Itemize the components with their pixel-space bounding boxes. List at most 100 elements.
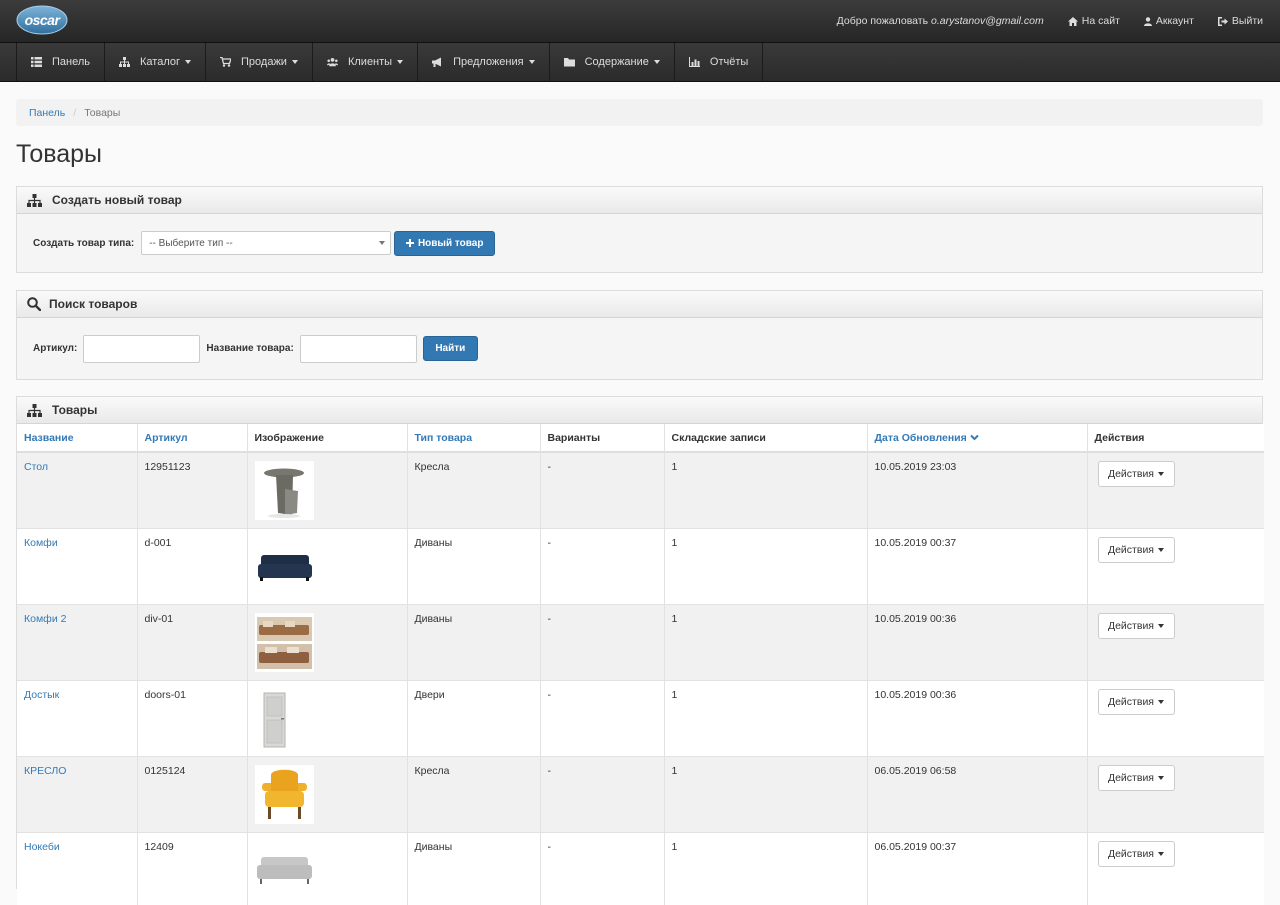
logo-text: oscar: [24, 12, 60, 28]
product-name-input[interactable]: [299, 334, 417, 363]
products-panel-title: Товары: [52, 403, 98, 417]
cell-name: Достык: [17, 680, 138, 757]
cell-type: Диваны: [407, 832, 541, 905]
cell-stock: 1: [664, 451, 868, 529]
nav-item-content[interactable]: Содержание: [550, 43, 675, 81]
product-name-link[interactable]: Достык: [24, 689, 59, 701]
product-name-link[interactable]: КРЕСЛО: [24, 765, 66, 777]
chevron-down-icon: [1158, 700, 1164, 704]
cell-stock: 1: [664, 832, 868, 905]
products-table: Название Артикул Изображение Тип товара …: [17, 424, 1264, 905]
products-panel-header: Товары: [17, 397, 1262, 424]
actions-dropdown-button[interactable]: Действия: [1097, 689, 1175, 715]
actions-dropdown-button[interactable]: Действия: [1097, 765, 1175, 791]
column-header-sku[interactable]: Артикул: [137, 424, 248, 453]
actions-dropdown-label: Действия: [1107, 544, 1154, 556]
welcome-text: Добро пожаловать o.arystanov@gmail.com: [837, 15, 1044, 27]
nav-label-content: Содержание: [584, 56, 649, 68]
logout-link[interactable]: Выйти: [1217, 15, 1263, 27]
nav-item-reports[interactable]: Отчёты: [675, 43, 764, 81]
actions-dropdown-label: Действия: [1107, 848, 1154, 860]
chevron-down-icon: [653, 60, 660, 64]
table-row: КРЕСЛО 0125124 Кресла -1 06.05.2019 06:58 Дей…: [17, 756, 1264, 833]
actions-dropdown-button[interactable]: Действия: [1097, 537, 1175, 563]
sitemap-icon: [119, 57, 131, 67]
chevron-down-icon: [1158, 624, 1164, 628]
user-icon: [1143, 16, 1152, 26]
product-name-link[interactable]: Стол: [24, 461, 48, 473]
chevron-down-icon: [397, 60, 404, 64]
cell-type: Двери: [407, 680, 541, 757]
cell-updated: 10.05.2019 00:36: [867, 604, 1088, 681]
cell-name: Стол: [17, 451, 138, 529]
cell-actions: Действия: [1087, 604, 1264, 681]
breadcrumb-home-link[interactable]: Панель: [29, 107, 65, 119]
product-thumbnail[interactable]: [254, 765, 314, 824]
product-thumbnail[interactable]: [254, 613, 314, 672]
product-type-select[interactable]: -- Выберите тип --: [141, 231, 392, 255]
new-product-button-label: Новый товар: [417, 237, 484, 249]
actions-dropdown-label: Действия: [1107, 468, 1154, 480]
actions-dropdown-button[interactable]: Действия: [1097, 613, 1175, 639]
product-thumbnail[interactable]: [254, 461, 314, 520]
home-icon: [1067, 16, 1078, 26]
chevron-down-icon: [379, 241, 386, 245]
sku-label: Артикул:: [33, 343, 78, 354]
product-thumbnail[interactable]: [254, 689, 314, 748]
product-name-link[interactable]: Нокеби: [24, 841, 60, 853]
table-row: Стол 12951123 Кресла -1 10.05.2019 23:03 Дейс…: [17, 451, 1264, 529]
cell-type: Кресла: [407, 451, 541, 529]
users-icon: [326, 58, 338, 67]
list-icon: [31, 57, 42, 67]
search-products-panel: Поиск товаров Артикул: Название товара: …: [16, 290, 1263, 380]
product-thumbnail[interactable]: [254, 537, 314, 596]
column-header-updated-label: Дата Обновления: [874, 431, 967, 444]
page-title: Товары: [16, 140, 102, 168]
column-header-name[interactable]: Название: [17, 424, 138, 453]
folder-icon: [563, 58, 575, 67]
sku-input[interactable]: [83, 334, 201, 363]
column-header-type[interactable]: Тип товара: [407, 424, 541, 453]
new-product-button[interactable]: Новый товар: [394, 230, 496, 256]
create-product-title: Создать новый товар: [52, 193, 182, 207]
chevron-down-icon: [969, 434, 979, 440]
cell-sku: doors-01: [137, 680, 248, 757]
cell-actions: Действия: [1087, 756, 1264, 833]
cell-updated: 10.05.2019 00:37: [867, 528, 1088, 605]
cell-actions: Действия: [1087, 451, 1264, 529]
products-panel: Товары Название Артикул Изображение Тип …: [16, 396, 1264, 905]
breadcrumb: Панель / Товары: [16, 99, 1263, 126]
nav-item-offers[interactable]: Предложения: [418, 43, 550, 81]
column-header-updated[interactable]: Дата Обновления: [867, 424, 1088, 453]
cell-stock: 1: [664, 528, 868, 605]
nav-item-dashboard[interactable]: Панель: [17, 43, 106, 81]
nav-item-customers[interactable]: Клиенты: [313, 43, 419, 81]
welcome-label: Добро пожаловать: [836, 15, 929, 27]
sign-out-icon: [1217, 16, 1228, 26]
cell-type: Диваны: [407, 604, 541, 681]
nav-item-sales[interactable]: Продажи: [206, 43, 313, 81]
product-name-link[interactable]: Комфи 2: [24, 613, 66, 625]
search-button[interactable]: Найти: [422, 336, 478, 361]
chevron-down-icon: [1158, 472, 1164, 476]
site-link[interactable]: На сайт: [1067, 15, 1120, 27]
nav-item-catalogue[interactable]: Каталог: [105, 43, 207, 81]
product-thumbnail[interactable]: [254, 841, 314, 900]
plus-icon: [405, 239, 414, 247]
account-link[interactable]: Аккаунт: [1143, 15, 1194, 27]
user-menu: Добро пожаловать o.arystanov@gmail.com Н…: [837, 0, 1263, 42]
search-products-form: Артикул: Название товара: Найти: [17, 318, 1262, 379]
actions-dropdown-button[interactable]: Действия: [1097, 461, 1175, 487]
cell-sku: 12409: [137, 832, 248, 905]
search-button-label: Найти: [435, 343, 466, 354]
column-header-stock: Складские записи: [664, 424, 868, 453]
actions-dropdown-button[interactable]: Действия: [1097, 841, 1175, 867]
cell-image: [247, 451, 408, 529]
cell-name: Нокеби: [17, 832, 138, 905]
cell-actions: Действия: [1087, 528, 1264, 605]
chevron-down-icon: [291, 60, 298, 64]
product-name-link[interactable]: Комфи: [24, 537, 58, 549]
sitemap-icon: [27, 403, 42, 417]
oscar-logo[interactable]: oscar: [16, 4, 68, 36]
bar-chart-icon: [688, 57, 700, 67]
